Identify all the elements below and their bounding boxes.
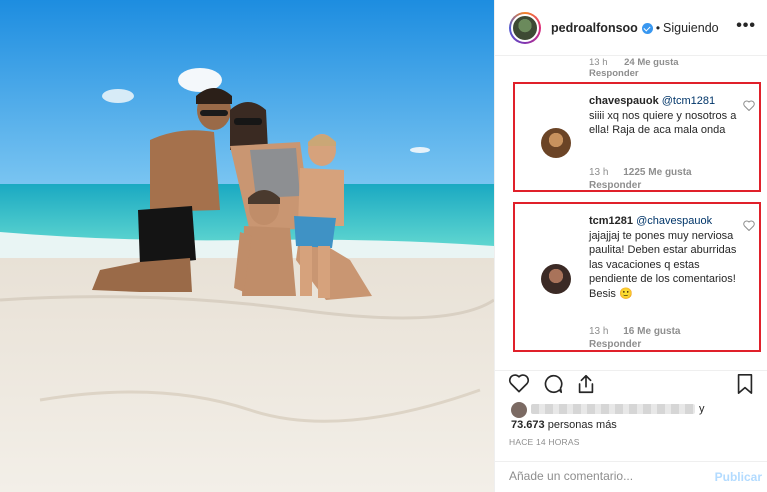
- separator-dot: •: [655, 20, 661, 35]
- post-side-panel: pedroalfonsoo • Siguiendo ••• 13 h 24 Me…: [494, 0, 767, 492]
- post-header: pedroalfonsoo • Siguiendo •••: [495, 0, 767, 56]
- comment-meta: 13 h 16 Me gusta: [589, 326, 681, 337]
- beach-family-image: [0, 0, 494, 492]
- post-actions-bar: [495, 370, 767, 398]
- likes-suffix: personas más: [547, 419, 617, 431]
- comment-item: chavespauok @tcm1281 siiii xq nos quiere…: [513, 82, 761, 192]
- likes-count-link[interactable]: 73.673 personas más: [511, 419, 617, 431]
- likes-count: 73.673: [511, 419, 545, 431]
- save-bookmark-icon[interactable]: [736, 373, 754, 395]
- more-options-button[interactable]: •••: [736, 18, 756, 34]
- comment-input[interactable]: [509, 469, 679, 483]
- previous-comment-reply-button[interactable]: Responder: [589, 68, 639, 79]
- comment-text: siiii xq nos quiere y nosotros a ella! R…: [589, 109, 737, 137]
- following-button[interactable]: Siguiendo: [663, 21, 719, 35]
- comment-reply-button[interactable]: Responder: [589, 339, 641, 350]
- comment-reply-button[interactable]: Responder: [589, 180, 641, 191]
- username-link[interactable]: pedroalfonsoo: [551, 21, 638, 35]
- liker-avatar[interactable]: [511, 402, 527, 418]
- comment-time[interactable]: 13 h: [589, 326, 608, 337]
- previous-comment-time[interactable]: 13 h: [589, 57, 608, 68]
- previous-comment-likes[interactable]: 24 Me gusta: [624, 57, 678, 68]
- comment-time[interactable]: 13 h: [589, 167, 608, 178]
- comment-text: jajajjaj te pones muy nerviosa paulita! …: [589, 229, 737, 300]
- blurred-liker-names: [531, 404, 695, 414]
- likes-summary: y 73.673 personas más: [511, 400, 761, 432]
- comment-like-heart-icon[interactable]: [743, 220, 755, 231]
- comment-likes[interactable]: 16 Me gusta: [623, 326, 680, 337]
- comment-likes[interactable]: 1225 Me gusta: [623, 167, 691, 178]
- comment-meta: 13 h 1225 Me gusta: [589, 167, 692, 178]
- previous-comment-meta: 13 h 24 Me gusta: [589, 57, 679, 68]
- avatar-image: [511, 13, 539, 42]
- profile-avatar[interactable]: [509, 11, 541, 44]
- comment-bubble-icon[interactable]: [542, 373, 564, 395]
- comment-body: chavespauok @tcm1281 siiii xq nos quiere…: [589, 94, 739, 138]
- publish-button[interactable]: Publicar: [715, 470, 762, 484]
- comment-username[interactable]: tcm1281: [589, 215, 633, 227]
- comment-like-heart-icon[interactable]: [743, 100, 755, 111]
- comment-username[interactable]: chavespauok: [589, 95, 659, 107]
- commenter-avatar[interactable]: [541, 264, 571, 294]
- add-comment-section: Publicar: [495, 461, 767, 492]
- like-heart-icon[interactable]: [508, 373, 530, 393]
- likes-conjunction: y: [699, 403, 705, 415]
- verified-badge-icon: [641, 23, 653, 34]
- comment-mention[interactable]: @tcm1281: [662, 95, 715, 107]
- comment-body: tcm1281 @chavespauok jajajjaj te pones m…: [589, 214, 739, 301]
- share-icon[interactable]: [575, 373, 597, 395]
- commenter-avatar[interactable]: [541, 128, 571, 158]
- comment-mention[interactable]: @chavespauok: [636, 215, 712, 227]
- post-timestamp[interactable]: HACE 14 HORAS: [509, 437, 580, 447]
- post-photo[interactable]: [0, 0, 494, 492]
- comment-item: tcm1281 @chavespauok jajajjaj te pones m…: [513, 202, 761, 352]
